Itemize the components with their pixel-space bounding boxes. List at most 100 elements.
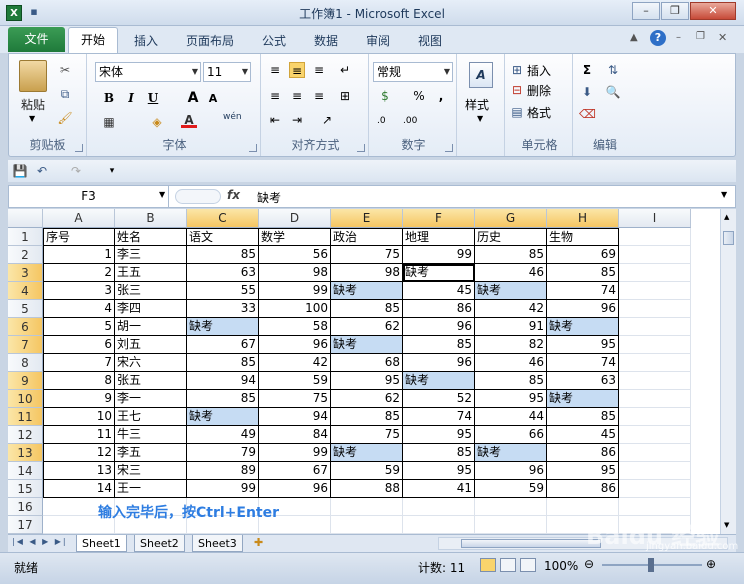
cell[interactable]: 8 [43,372,115,390]
cell[interactable]: 55 [187,282,259,300]
cell[interactable]: 牛三 [115,426,187,444]
select-all-corner[interactable] [8,209,43,228]
cell[interactable]: 86 [547,444,619,462]
zoom-out-icon[interactable]: ⊖ [584,557,594,571]
align-middle-icon[interactable]: ≡ [289,62,305,78]
cell[interactable]: 41 [403,480,475,498]
cell[interactable]: 94 [259,408,331,426]
cell[interactable]: 42 [259,354,331,372]
cell[interactable]: 12 [43,444,115,462]
row-header[interactable]: 3 [8,264,43,282]
cell[interactable]: 数学 [259,228,331,246]
cell[interactable]: 68 [331,354,403,372]
row-header[interactable]: 4 [8,282,43,300]
row-header[interactable]: 10 [8,390,43,408]
cell[interactable]: 86 [403,300,475,318]
cell[interactable]: 张五 [115,372,187,390]
percent-button[interactable]: % [411,88,427,104]
cell[interactable]: 82 [475,336,547,354]
borders-button[interactable]: ▦ [101,114,117,130]
decrease-decimal-icon[interactable]: .00 [403,116,417,126]
accounting-format-icon[interactable]: $ [377,88,393,104]
cell[interactable]: 85 [331,408,403,426]
row-header[interactable]: 14 [8,462,43,480]
empty-cell[interactable] [619,408,691,426]
column-header-i[interactable]: I [619,209,691,228]
cell[interactable]: 王五 [115,264,187,282]
empty-cell[interactable] [619,462,691,480]
customize-toolbar-icon[interactable]: ▾ [104,163,120,179]
row-header[interactable]: 7 [8,336,43,354]
cell[interactable]: 宋六 [115,354,187,372]
paste-icon[interactable] [19,60,47,92]
new-sheet-icon[interactable]: ✚ [254,536,263,549]
name-box[interactable]: F3 [9,186,169,207]
redo-icon[interactable]: ↷ [68,163,84,179]
cell[interactable]: 63 [187,264,259,282]
cell[interactable]: 95 [475,390,547,408]
insert-function-button[interactable]: fx [227,188,240,202]
empty-cell[interactable] [619,354,691,372]
cell[interactable]: 33 [187,300,259,318]
font-launcher-icon[interactable] [249,144,257,152]
font-size-select[interactable]: 11 ▼ [203,62,251,82]
align-top-icon[interactable]: ≡ [267,62,283,78]
row-header[interactable]: 6 [8,318,43,336]
cell[interactable]: 语文 [187,228,259,246]
save-icon[interactable]: 💾 [12,163,28,179]
column-header-g[interactable]: G [475,209,547,228]
cell[interactable]: 姓名 [115,228,187,246]
cell[interactable]: 99 [403,246,475,264]
empty-cell[interactable] [619,264,691,282]
decrease-indent-icon[interactable]: ⇤ [267,112,283,128]
empty-cell[interactable] [619,372,691,390]
empty-cell[interactable] [619,444,691,462]
column-header-d[interactable]: D [259,209,331,228]
styles-label[interactable]: 样式 [465,96,489,113]
font-name-select[interactable]: 宋体 ▼ [95,62,201,82]
worksheet-grid[interactable]: A B C D E F G H I 1 序号 姓名 语文 数学 政治 地理 历史 生物 2 1 李三 85 56 75 99 85… [8,209,720,534]
cell[interactable]: 85 [403,336,475,354]
tab-insert[interactable]: 插入 [134,32,158,49]
cell[interactable]: 45 [403,282,475,300]
row-header[interactable]: 12 [8,426,43,444]
cell[interactable]: 缺考 [475,444,547,462]
row-header[interactable]: 8 [8,354,43,372]
normal-view-icon[interactable] [480,558,496,572]
formula-input[interactable]: 缺考 [257,189,281,206]
tab-file[interactable]: 文件 [8,27,65,52]
minimize-workbook-icon[interactable]: – [676,32,681,43]
cell[interactable]: 王一 [115,480,187,498]
cell[interactable]: 95 [331,372,403,390]
cell[interactable]: 74 [547,282,619,300]
grow-font-button[interactable]: A [185,90,201,106]
cell[interactable]: 刘五 [115,336,187,354]
column-header-c[interactable]: C [187,209,259,228]
cell[interactable]: 李四 [115,300,187,318]
find-select-icon[interactable]: 🔍 [605,84,621,100]
restore-button[interactable]: ❐ [661,2,689,20]
cell[interactable]: 86 [547,480,619,498]
format-painter-icon[interactable]: 🖌 [57,110,73,126]
cell[interactable]: 2 [43,264,115,282]
column-header-h[interactable]: H [547,209,619,228]
cell[interactable]: 74 [547,354,619,372]
help-icon[interactable]: ? [650,30,666,46]
cell[interactable]: 59 [331,462,403,480]
cell[interactable]: 67 [259,462,331,480]
cell[interactable]: 胡一 [115,318,187,336]
undo-icon[interactable]: ↶ [34,163,50,179]
cell[interactable]: 85 [403,444,475,462]
row-header[interactable]: 9 [8,372,43,390]
page-break-view-icon[interactable] [520,558,536,572]
cell[interactable]: 84 [259,426,331,444]
cell[interactable]: 88 [331,480,403,498]
column-header-a[interactable]: A [43,209,115,228]
cell[interactable]: 98 [259,264,331,282]
cell[interactable]: 58 [259,318,331,336]
orientation-icon[interactable]: ↗ [319,112,335,128]
cell[interactable]: 74 [403,408,475,426]
empty-cell[interactable] [475,498,547,516]
collapse-ribbon-icon[interactable]: ▲ [630,32,638,43]
tab-home[interactable]: 开始 [68,27,118,54]
